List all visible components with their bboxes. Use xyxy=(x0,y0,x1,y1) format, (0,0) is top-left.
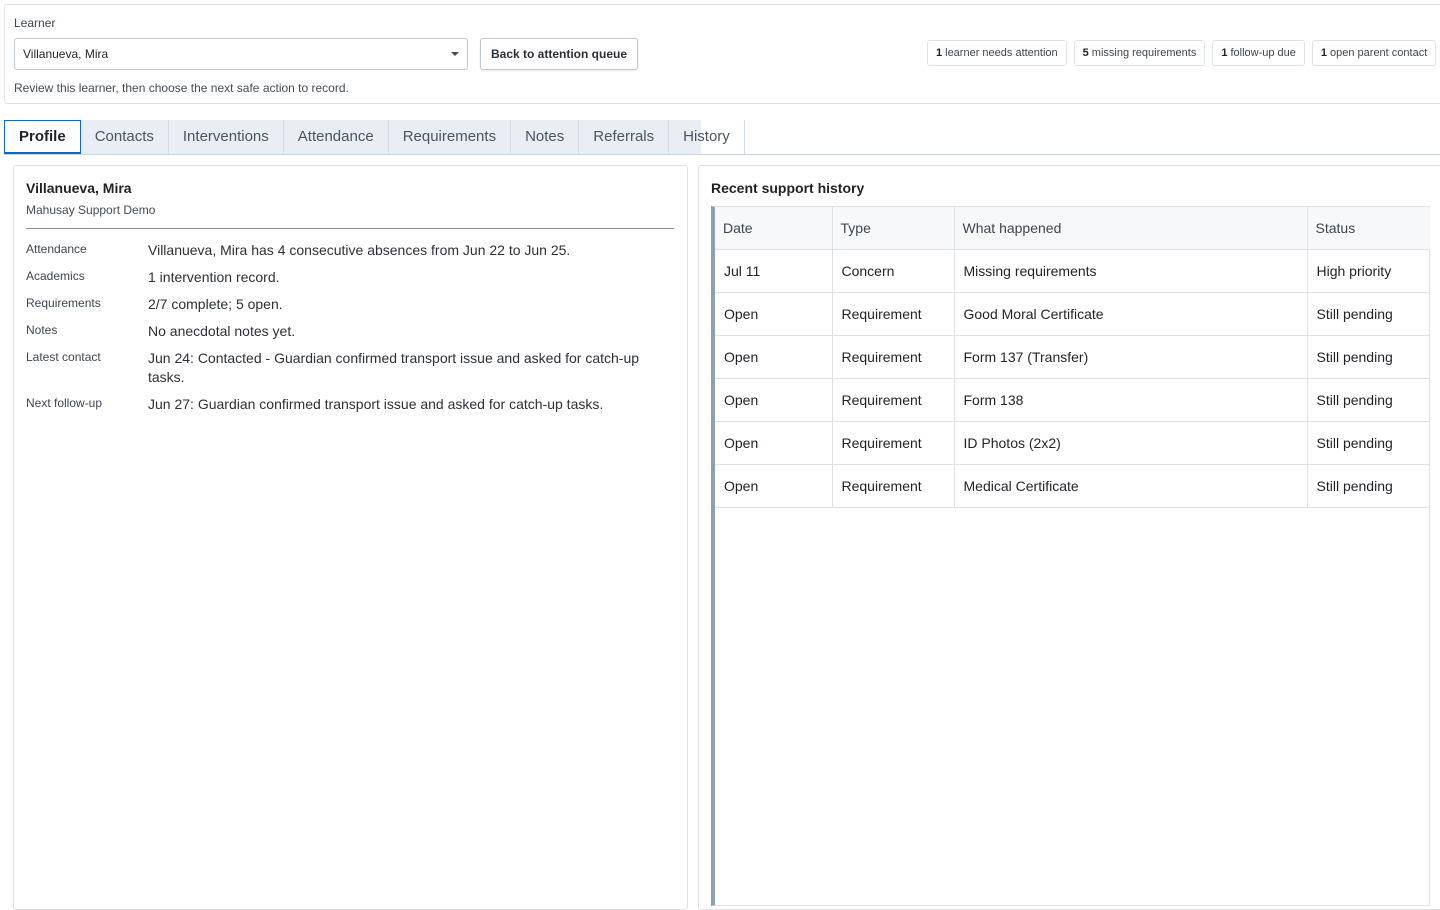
tab-attendance[interactable]: Attendance xyxy=(284,120,389,154)
cell-what-happened: Form 138 xyxy=(954,378,1308,422)
column-header-what-happened: What happened xyxy=(954,207,1308,250)
profile-name: Villanueva, Mira xyxy=(26,180,132,196)
chevron-down-icon xyxy=(451,52,459,56)
tab-profile[interactable]: Profile xyxy=(4,120,81,154)
tab-interventions[interactable]: Interventions xyxy=(169,120,284,154)
cell-status: High priority xyxy=(1307,249,1430,293)
row-key: Attendance xyxy=(26,242,87,256)
learner-header-panel: Learner Villanueva, Mira Back to attenti… xyxy=(4,4,1440,104)
back-to-attention-queue-button[interactable]: Back to attention queue xyxy=(480,38,638,70)
cell-what-happened: Good Moral Certificate xyxy=(954,292,1308,336)
stat-badge-follow-up-due: 1 follow-up due xyxy=(1212,40,1305,66)
cell-date: Open xyxy=(715,421,833,465)
tab-requirements[interactable]: Requirements xyxy=(389,120,512,154)
cell-status: Still pending xyxy=(1307,335,1430,379)
cell-date: Open xyxy=(715,378,833,422)
badge-count: 1 xyxy=(1221,47,1228,59)
row-value: Jun 24: Contacted - Guardian confirmed t… xyxy=(148,350,640,385)
cell-type: Concern xyxy=(832,249,955,293)
row-value: Jun 27: Guardian confirmed transport iss… xyxy=(148,396,604,412)
cell-what-happened: ID Photos (2x2) xyxy=(954,421,1308,465)
table-row: Open Requirement Form 137 (Transfer) Sti… xyxy=(715,335,1430,379)
badge-label: learner needs attention xyxy=(945,47,1058,59)
column-header-status: Status xyxy=(1307,207,1430,250)
row-value: 2/7 complete; 5 open. xyxy=(148,296,283,312)
learner-tabs: Profile Contacts Interventions Attendanc… xyxy=(4,120,1440,155)
row-key: Latest contact xyxy=(26,350,101,364)
cell-type: Requirement xyxy=(832,421,955,465)
profile-summary: Attendance Villanueva, Mira has 4 consec… xyxy=(26,241,676,422)
row-key: Next follow-up xyxy=(26,396,103,410)
support-history-table: Date Type What happened Status Jul 11 Co… xyxy=(715,207,1430,508)
column-header-type: Type xyxy=(832,207,955,250)
learner-select-value: Villanueva, Mira xyxy=(23,47,109,61)
badge-count: 1 xyxy=(1320,47,1328,59)
row-key: Notes xyxy=(26,323,58,337)
cell-type: Requirement xyxy=(832,335,955,379)
stat-badge-open-parent-contact: 1 open parent contact xyxy=(1311,40,1437,66)
table-row: Open Requirement Medical Certificate Sti… xyxy=(715,464,1430,508)
row-value: No anecdotal notes yet. xyxy=(148,323,296,339)
stat-badge-missing-requirements: 5 missing requirements xyxy=(1073,40,1206,66)
support-history-title: Recent support history xyxy=(711,180,865,196)
stat-badge-learner-needs-attention: 1 learner needs attention xyxy=(927,40,1067,66)
cell-status: Still pending xyxy=(1307,292,1430,336)
profile-row-next-follow-up: Next follow-up Jun 27: Guardian confirme… xyxy=(26,395,676,414)
profile-panel: Villanueva, Mira Mahusay Support Demo At… xyxy=(13,165,688,910)
cell-type: Requirement xyxy=(832,292,955,336)
profile-row-academics: Academics 1 intervention record. xyxy=(26,268,676,287)
badge-label: missing requirements xyxy=(1091,47,1197,59)
table-header-row: Date Type What happened Status xyxy=(715,207,1430,250)
column-header-date: Date xyxy=(715,207,833,250)
badge-label: open parent contact xyxy=(1330,47,1428,59)
row-value: Villanueva, Mira has 4 consecutive absen… xyxy=(148,242,571,258)
badge-count: 5 xyxy=(1082,47,1089,59)
tab-referrals[interactable]: Referrals xyxy=(579,120,670,154)
cell-type: Requirement xyxy=(832,464,955,508)
support-history-table-wrap: Date Type What happened Status Jul 11 Co… xyxy=(711,206,1430,906)
table-row: Open Requirement Form 138 Still pending xyxy=(715,378,1430,422)
cell-what-happened: Medical Certificate xyxy=(954,464,1308,508)
cell-date: Open xyxy=(715,464,833,508)
profile-row-requirements: Requirements 2/7 complete; 5 open. xyxy=(26,295,676,314)
header-hint: Review this learner, then choose the nex… xyxy=(14,81,349,95)
tab-notes[interactable]: Notes xyxy=(511,120,580,154)
profile-divider xyxy=(26,228,674,229)
cell-what-happened: Form 137 (Transfer) xyxy=(954,335,1308,379)
cell-status: Still pending xyxy=(1307,421,1430,465)
cell-what-happened: Missing requirements xyxy=(954,249,1308,293)
profile-school: Mahusay Support Demo xyxy=(26,203,156,217)
support-history-panel: Recent support history Date Type What ha… xyxy=(698,165,1440,910)
table-row: Open Requirement Good Moral Certificate … xyxy=(715,292,1430,336)
row-value: 1 intervention record. xyxy=(148,269,280,285)
row-key: Requirements xyxy=(26,296,101,310)
cell-status: Still pending xyxy=(1307,464,1430,508)
row-key: Academics xyxy=(26,269,85,283)
table-row: Jul 11 Concern Missing requirements High… xyxy=(715,249,1430,293)
badge-count: 1 xyxy=(936,47,943,59)
tab-contacts[interactable]: Contacts xyxy=(81,120,169,154)
cell-date: Open xyxy=(715,335,833,379)
profile-row-attendance: Attendance Villanueva, Mira has 4 consec… xyxy=(26,241,676,260)
learner-select[interactable]: Villanueva, Mira xyxy=(14,38,468,70)
stat-badges: 1 learner needs attention 5 missing requir… xyxy=(927,40,1437,66)
profile-row-notes: Notes No anecdotal notes yet. xyxy=(26,322,676,341)
cell-type: Requirement xyxy=(832,378,955,422)
cell-date: Jul 11 xyxy=(715,249,833,293)
table-row: Open Requirement ID Photos (2x2) Still p… xyxy=(715,421,1430,465)
tab-history[interactable]: History xyxy=(669,120,745,154)
profile-row-latest-contact: Latest contact Jun 24: Contacted - Guard… xyxy=(26,349,676,387)
cell-status: Still pending xyxy=(1307,378,1430,422)
badge-label: follow-up due xyxy=(1230,47,1296,59)
cell-date: Open xyxy=(715,292,833,336)
learner-label: Learner xyxy=(14,16,56,30)
